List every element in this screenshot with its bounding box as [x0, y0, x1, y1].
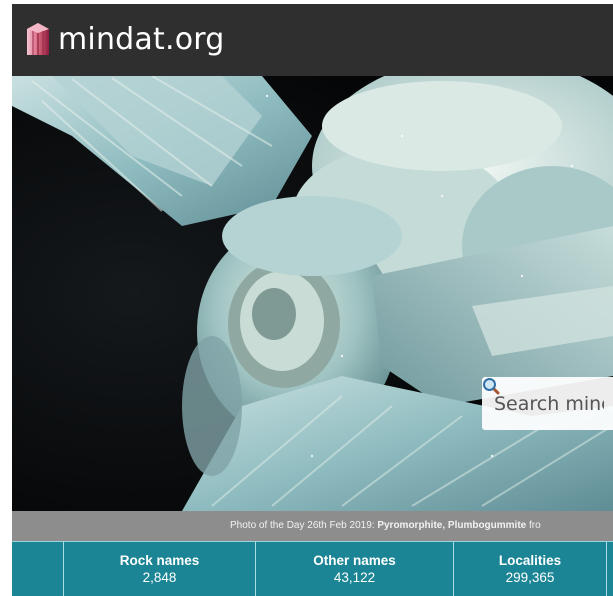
stat-value: 2,848	[142, 570, 177, 585]
stat-other-names[interactable]: Other names 43,122	[256, 542, 454, 596]
stat-rock-names[interactable]: Rock names 2,848	[64, 542, 256, 596]
site-header: mindat.org	[12, 4, 613, 76]
stat-label: Rock names	[119, 553, 200, 568]
caption-mineral-link[interactable]: Pyromorphite, Plumbogummite	[377, 520, 526, 531]
stats-bar: Rock names 2,848 Other names 43,122 Loca…	[12, 541, 613, 596]
site-logo-link[interactable]: mindat.org	[24, 16, 225, 64]
stat-cell-empty	[12, 542, 64, 596]
search-input[interactable]	[494, 392, 604, 415]
search-box[interactable]	[482, 377, 613, 430]
magnifier-icon	[483, 378, 500, 395]
crystal-logo-icon	[27, 23, 49, 55]
site-name: mindat.org	[58, 22, 225, 57]
mindat-homepage: mindat.org Search minerals Photo of the …	[12, 4, 613, 596]
stat-localities[interactable]: Localities 299,365	[454, 542, 607, 596]
stat-value: 299,365	[505, 570, 555, 585]
stat-label: Localities	[498, 553, 562, 568]
photo-of-the-day-image[interactable]	[12, 76, 613, 511]
caption-suffix: fro	[526, 520, 541, 531]
caption-prefix: Photo of the Day 26th Feb 2019:	[230, 520, 378, 531]
stat-label: Other names	[313, 553, 396, 568]
photo-caption: Photo of the Day 26th Feb 2019: Pyromorp…	[12, 511, 613, 541]
stat-value: 43,122	[333, 570, 376, 585]
mineral-photo	[12, 76, 613, 511]
stat-cell-cutoff	[607, 542, 613, 596]
